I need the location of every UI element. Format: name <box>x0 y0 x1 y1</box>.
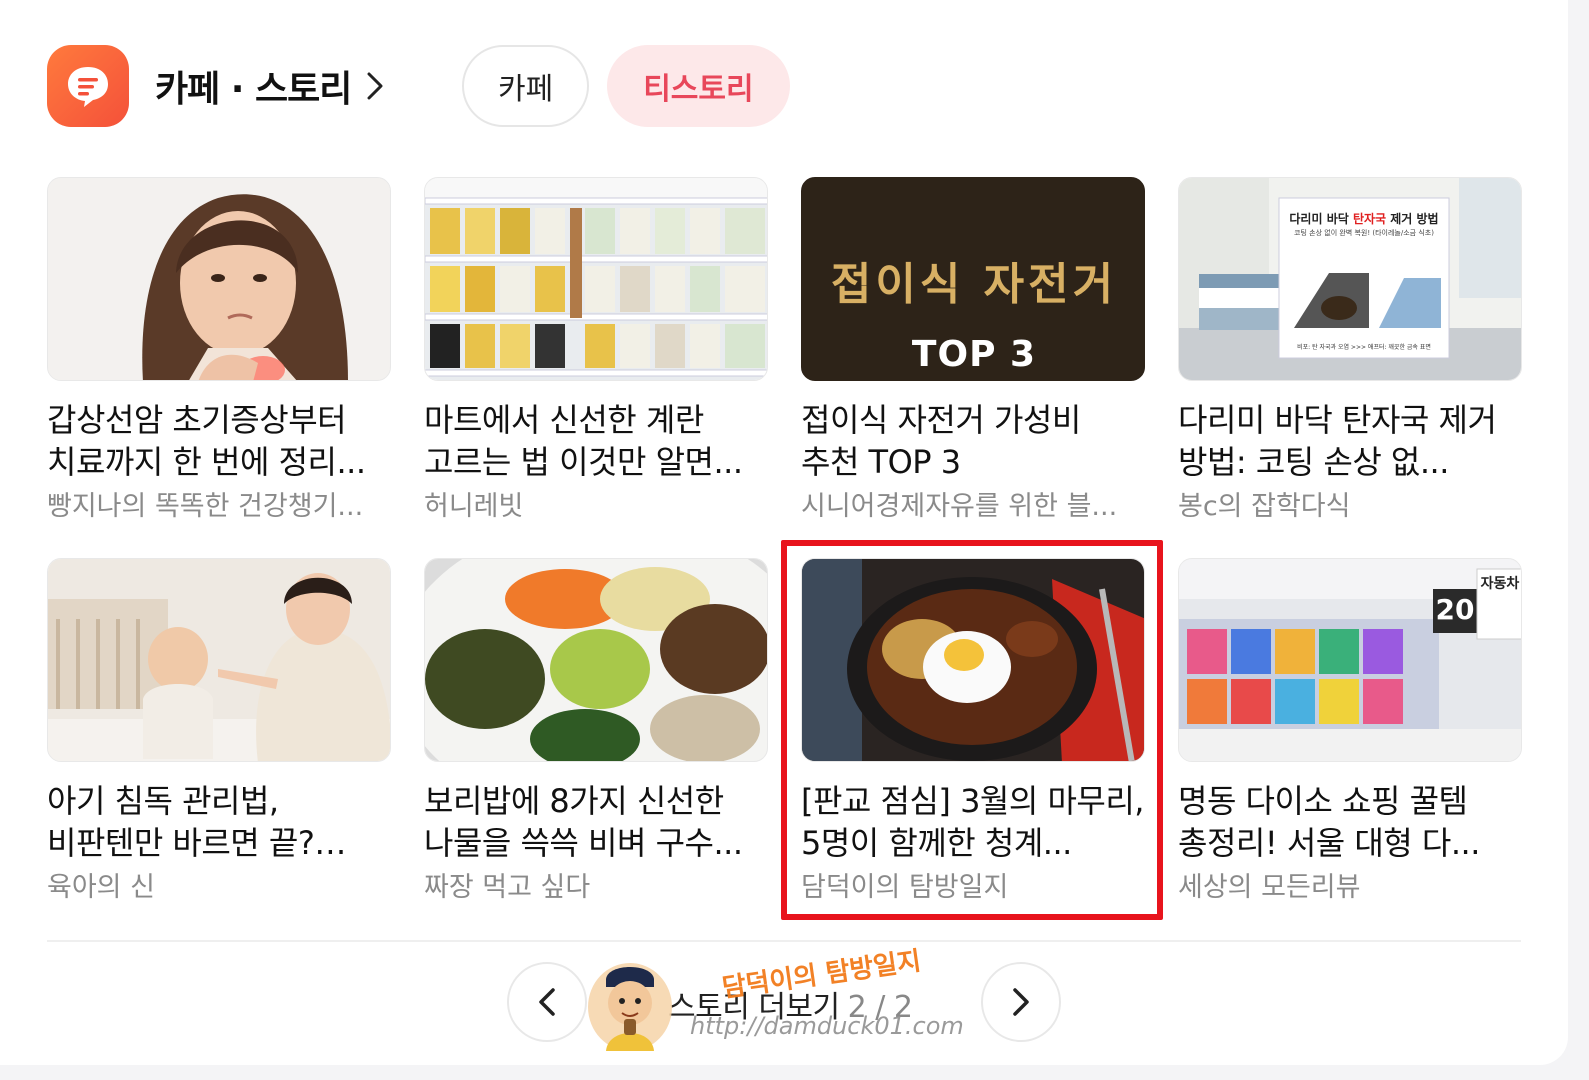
tab-tistory[interactable]: 티스토리 <box>607 45 790 127</box>
tab-bar: 카페 티스토리 <box>462 45 790 127</box>
watermark-avatar-icon <box>586 957 674 1051</box>
thumbnail-image <box>47 177 391 381</box>
story-card[interactable]: 아기 침독 관리법, 비판텐만 바르면 끝? '이것'... 육아의 신 <box>47 558 391 906</box>
section-title: 카페 · 스토리 <box>155 69 352 110</box>
thumbnail-text: 비포: 탄 자국과 오염 >>> 애프터: 깨끗한 금속 표면 <box>1297 344 1431 351</box>
watermark-url: http://damduck01.com <box>690 1012 964 1040</box>
thumbnail-text: 접이식 자전거 <box>830 259 1118 310</box>
thumbnail-text: 다리미 바닥 탄자국 제거 방법 <box>1289 212 1439 226</box>
thumbnail-image <box>424 558 768 762</box>
thumbnail-image: 다리미 바닥 탄자국 제거 방법 코팅 손상 없이 완벽 복원! (타이레놀/소… <box>1178 177 1522 381</box>
card-source: 육아의 신 <box>47 872 155 903</box>
story-card[interactable]: 접이식 자전거 TOP 3 접이식 자전거 가성비 추천 TOP 3 시니어경제… <box>801 177 1145 525</box>
thumbnail-image: 20 자동차 <box>1178 558 1522 762</box>
card-title: 접이식 자전거 가성비 추천 TOP 3 <box>801 401 1081 481</box>
thumbnail-image <box>424 177 768 381</box>
card-title: 아기 침독 관리법, 비판텐만 바르면 끝? '이것'... <box>47 782 315 862</box>
section-header: 카페 · 스토리 <box>47 45 385 127</box>
thumbnail-image: 접이식 자전거 TOP 3 <box>801 177 1145 381</box>
thumbnail-image <box>47 558 391 762</box>
divider <box>47 940 1521 942</box>
card-title: 갑상선암 초기증상부터 치료까지 한 번에 정리... <box>47 401 366 481</box>
story-card[interactable]: 마트에서 신선한 계란 고르는 법 이것만 알면... 허니레빗 <box>424 177 768 525</box>
card-source: 빵지나의 똑똑한 건강챙기... <box>47 491 364 522</box>
card-title: 다리미 바닥 탄자국 제거 방법: 코팅 손상 없... <box>1178 401 1497 481</box>
chevron-left-icon <box>539 988 555 1016</box>
thumbnail-text: 자동차 <box>1480 576 1520 592</box>
card-source: 허니레빗 <box>424 491 524 522</box>
story-card[interactable]: 갑상선암 초기증상부터 치료까지 한 번에 정리... 빵지나의 똑똑한 건강챙… <box>47 177 391 525</box>
card-source: 시니어경제자유를 위한 블... <box>801 491 1118 522</box>
chat-bubble-icon <box>47 45 129 127</box>
card-source: 봉c의 잡학다식 <box>1178 491 1351 522</box>
thumbnail-text: 코팅 손상 없이 완벽 복원! (타이레놀/소금 식초) <box>1294 229 1434 237</box>
card-title: 보리밥에 8가지 신선한 나물을 쓱쓱 비벼 구수... <box>424 782 743 862</box>
highlight-frame <box>781 540 1163 920</box>
card-source: 짜장 먹고 싶다 <box>424 872 591 903</box>
story-card[interactable]: 20 자동차 명동 다이소 쇼핑 꿀템 총정리! 서울 대형 다... 세상의 … <box>1178 558 1522 906</box>
prev-page-button[interactable] <box>507 962 587 1042</box>
card-source: 세상의 모든리뷰 <box>1178 872 1361 903</box>
story-card[interactable]: 다리미 바닥 탄자국 제거 방법 코팅 손상 없이 완벽 복원! (타이레놀/소… <box>1178 177 1522 525</box>
thumbnail-text: TOP 3 <box>911 334 1037 375</box>
thumbnail-text: 20 <box>1435 593 1475 626</box>
chevron-right-icon <box>365 71 385 101</box>
section-title-link[interactable]: 카페 · 스토리 <box>155 60 385 112</box>
card-title: 명동 다이소 쇼핑 꿀템 총정리! 서울 대형 다... <box>1178 782 1480 862</box>
chevron-right-icon <box>1013 988 1029 1016</box>
tab-cafe[interactable]: 카페 <box>462 45 590 127</box>
next-page-button[interactable] <box>981 962 1061 1042</box>
story-card[interactable]: 보리밥에 8가지 신선한 나물을 쓱쓱 비벼 구수... 짜장 먹고 싶다 <box>424 558 768 906</box>
card-title: 마트에서 신선한 계란 고르는 법 이것만 알면... <box>424 401 743 481</box>
